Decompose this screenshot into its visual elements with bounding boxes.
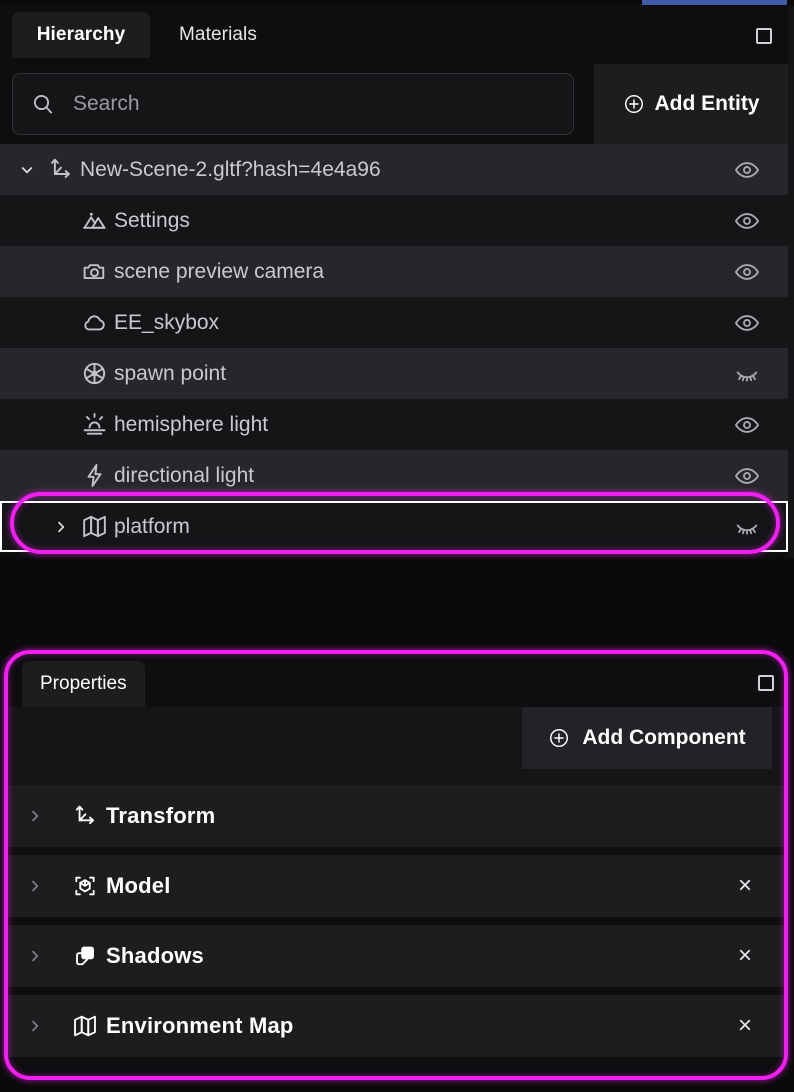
editor-root: Hierarchy Materials Search Add Entity Ne… [0,0,794,1092]
tree-row-new-scene-2-gltf-hash-4e4a96[interactable]: New-Scene-2.gltf?hash=4e4a96 [0,144,788,195]
properties-tabbar: Properties [6,655,788,707]
search-icon [31,92,55,116]
maximize-properties-icon[interactable] [758,675,774,691]
tab-properties[interactable]: Properties [22,661,145,707]
tree-row-directional-light[interactable]: directional light [0,450,788,501]
component-list: Transform Model × Shadows × Environment Map × [6,785,788,1057]
tree-row-label: spawn point [114,361,227,385]
add-component-label: Add Component [582,726,746,749]
hierarchy-scrollbar[interactable] [788,6,794,558]
properties-toolbar: Add Component [6,707,788,785]
chevron-right-icon[interactable] [48,519,74,535]
axes-icon [40,156,80,183]
axes-icon [64,803,106,829]
remove-component-icon[interactable]: × [738,874,752,898]
plus-circle-icon [548,727,570,749]
component-row-shadows[interactable]: Shadows × [6,925,788,987]
tree-row-settings[interactable]: Settings [0,195,788,246]
tree-row-spawn-point[interactable]: spawn point [0,348,788,399]
maximize-properties-square [758,675,774,691]
component-row-model[interactable]: Model × [6,855,788,917]
eye-open-icon[interactable] [732,464,762,488]
component-label: Environment Map [106,1013,294,1038]
tab-properties-label: Properties [40,673,127,694]
tree-row-label: Settings [114,208,190,232]
search-placeholder: Search [73,92,140,115]
properties-panel: Properties Add Component Transform Model ×… [6,655,788,1070]
tab-hierarchy[interactable]: Hierarchy [12,12,150,58]
search-input[interactable]: Search [12,73,574,135]
hierarchy-tabbar: Hierarchy Materials [0,6,788,58]
component-label: Transform [106,803,216,828]
tab-hierarchy-label: Hierarchy [36,24,126,45]
tree-row-hemisphere-light[interactable]: hemisphere light [0,399,788,450]
chevron-right-icon[interactable] [6,1018,64,1034]
eye-open-icon[interactable] [732,413,762,437]
add-entity-button[interactable]: Add Entity [594,64,788,144]
chevron-right-icon[interactable] [6,948,64,964]
eye-closed-icon[interactable] [732,362,762,386]
eye-open-icon[interactable] [732,260,762,284]
tree-row-label: directional light [114,463,255,487]
map-icon [64,1013,106,1039]
tree-row-label: New-Scene-2.gltf?hash=4e4a96 [80,157,381,181]
tree-row-scene-preview-camera[interactable]: scene preview camera [0,246,788,297]
camera-icon [74,258,114,285]
image-mountain-icon [74,207,114,234]
tree-row-label: hemisphere light [114,412,269,436]
shadow-icon [64,943,106,969]
eye-open-icon[interactable] [732,209,762,233]
maximize-panel-icon[interactable] [756,28,772,44]
chevron-right-icon[interactable] [6,808,64,824]
hierarchy-toolbar: Search Add Entity [0,64,788,144]
remove-component-icon[interactable]: × [738,944,752,968]
maximize-panel-square [756,28,772,44]
chevron-right-icon[interactable] [6,878,64,894]
eye-closed-icon[interactable] [732,515,762,539]
map-icon [74,513,114,540]
aperture-icon [74,360,114,387]
sunrise-icon [74,411,114,438]
tab-materials[interactable]: Materials [153,12,283,58]
tree-row-ee-skybox[interactable]: EE_skybox [0,297,788,348]
plus-circle-icon [623,93,645,115]
tree-row-label: scene preview camera [114,259,325,283]
eye-open-icon[interactable] [732,311,762,335]
tab-materials-label: Materials [179,24,257,45]
tree-row-label: EE_skybox [114,310,220,334]
hierarchy-panel: Hierarchy Materials Search Add Entity Ne… [0,6,788,558]
component-label: Shadows [106,943,204,968]
component-label: Model [106,873,171,898]
component-row-transform[interactable]: Transform [6,785,788,847]
component-row-environment-map[interactable]: Environment Map × [6,995,788,1057]
cube-3d-icon [64,873,106,899]
top-accent-strip [642,0,787,5]
remove-component-icon[interactable]: × [738,1014,752,1038]
add-entity-label: Add Entity [654,92,760,115]
lightning-icon [74,462,114,489]
entity-tree: New-Scene-2.gltf?hash=4e4a96 Settings scen… [0,144,788,552]
tree-row-platform[interactable]: platform [0,501,788,552]
chevron-down-icon[interactable] [14,162,40,178]
eye-open-icon[interactable] [732,158,762,182]
add-component-button[interactable]: Add Component [522,707,772,769]
tree-row-label: platform [114,514,190,538]
cloud-icon [74,309,114,336]
